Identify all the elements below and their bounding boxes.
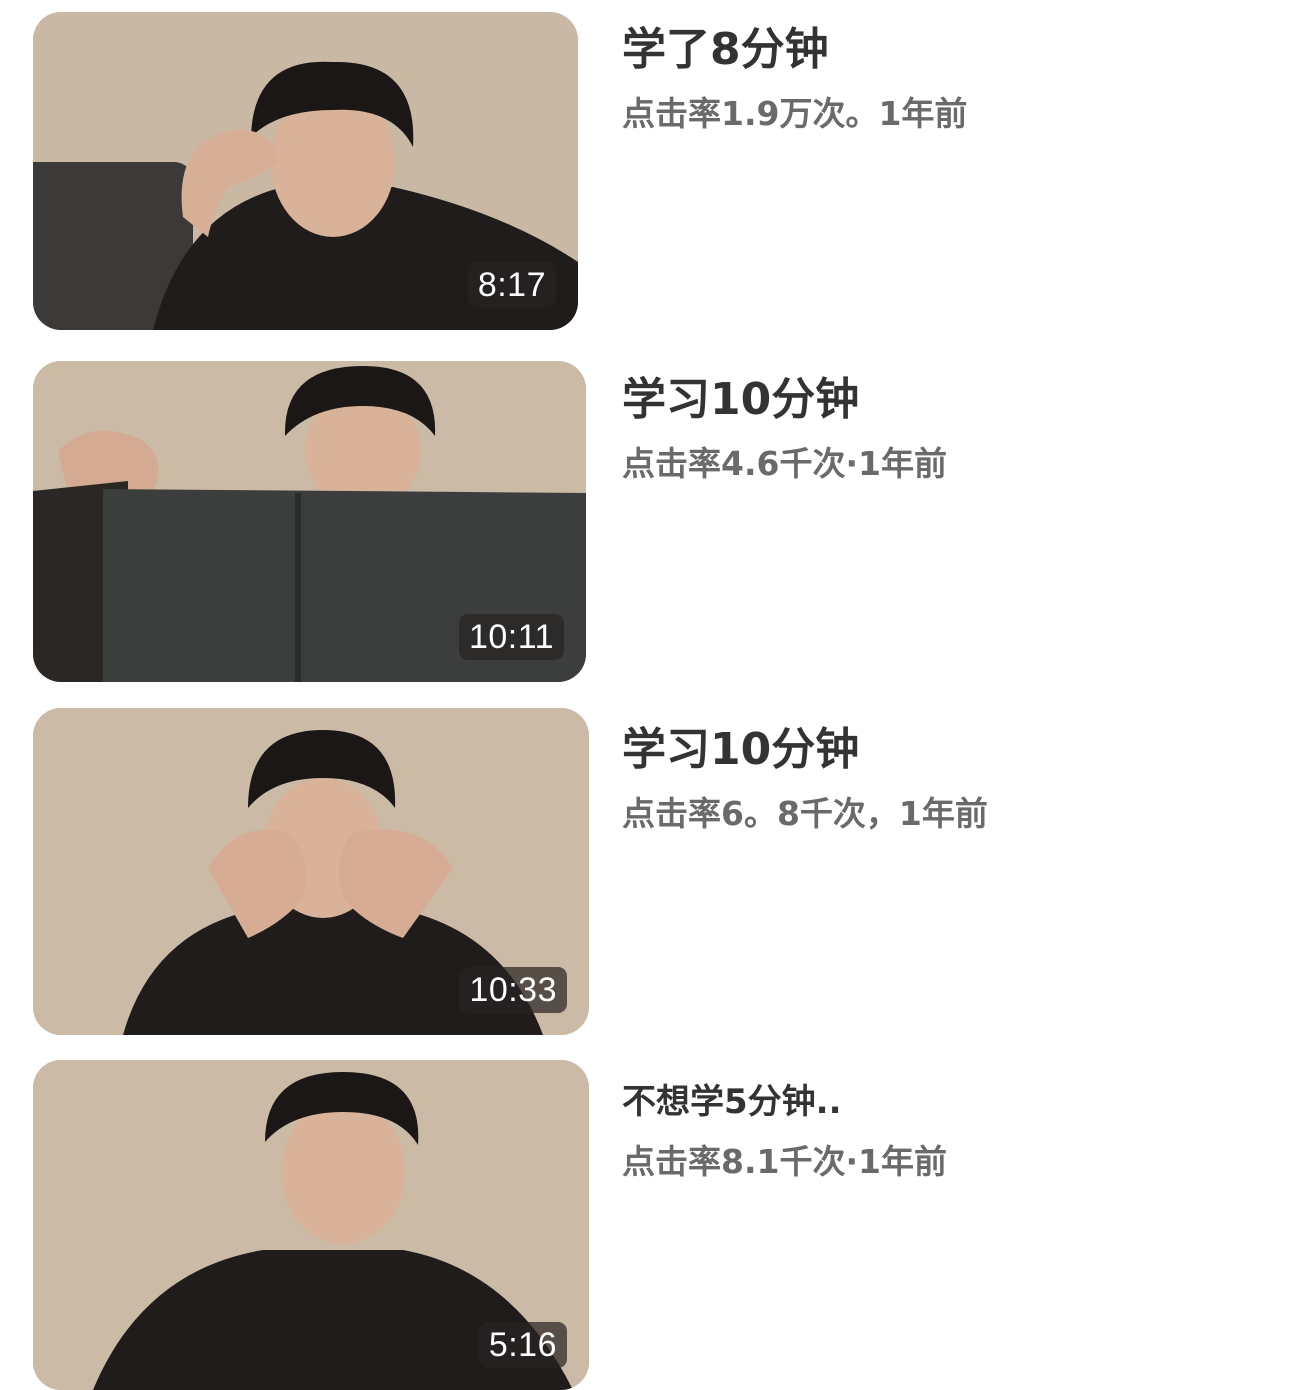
video-meta: 学习10分钟 点击率4.6千次·1年前	[622, 372, 1262, 486]
video-thumbnail[interactable]: 5:16	[33, 1060, 589, 1390]
video-thumbnail[interactable]: 10:33	[33, 708, 589, 1035]
video-title[interactable]: 学了8分钟	[622, 22, 1262, 78]
video-title[interactable]: 学习10分钟	[622, 372, 1262, 428]
video-stats: 点击率1.9万次。1年前	[622, 94, 968, 133]
video-list-item[interactable]: 10:33 学习10分钟 点击率6。8千次，1年前	[0, 700, 1290, 1040]
video-stats: 点击率6。8千次，1年前	[622, 794, 988, 833]
video-meta: 学了8分钟 点击率1.9万次。1年前	[622, 22, 1262, 136]
video-title[interactable]: 不想学5分钟..	[622, 1078, 1262, 1126]
video-meta: 学习10分钟 点击率6。8千次，1年前	[622, 722, 1262, 836]
duration-badge: 10:11	[458, 614, 564, 660]
video-stats: 点击率4.6千次·1年前	[622, 444, 947, 483]
duration-badge: 5:16	[478, 1322, 567, 1368]
video-list-item[interactable]: 8:17 学了8分钟 点击率1.9万次。1年前	[0, 0, 1290, 340]
video-thumbnail[interactable]: 10:11	[33, 361, 586, 682]
duration-badge: 8:17	[467, 262, 556, 308]
video-title[interactable]: 学习10分钟	[622, 722, 1262, 778]
duration-badge: 10:33	[459, 967, 567, 1013]
video-list-item[interactable]: 5:16 不想学5分钟.. 点击率8.1千次·1年前	[0, 1050, 1290, 1390]
video-thumbnail[interactable]: 8:17	[33, 12, 578, 330]
video-list-item[interactable]: 10:11 学习10分钟 点击率4.6千次·1年前	[0, 350, 1290, 690]
video-stats: 点击率8.1千次·1年前	[622, 1142, 947, 1181]
video-meta: 不想学5分钟.. 点击率8.1千次·1年前	[622, 1078, 1262, 1184]
